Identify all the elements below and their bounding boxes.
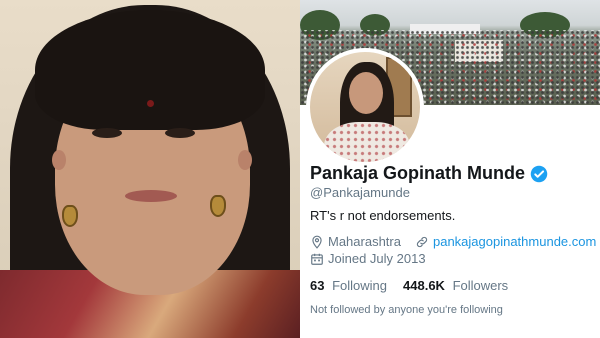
followers-count: 448.6K xyxy=(403,278,445,293)
joined-text: Joined July 2013 xyxy=(328,251,426,266)
following-stat[interactable]: 63 Following xyxy=(310,278,387,293)
portrait-photo xyxy=(0,0,300,338)
website-link[interactable]: pankajagopinathmunde.com xyxy=(433,234,596,249)
location-pin-icon xyxy=(312,235,322,249)
following-count: 63 xyxy=(310,278,325,293)
verified-badge-icon xyxy=(530,165,548,182)
not-followed-notice: Not followed by anyone you're following xyxy=(310,304,503,316)
profile-display-name: Pankaja Gopinath Munde xyxy=(310,163,526,183)
profile-name-row: Pankaja Gopinath Munde xyxy=(310,163,548,184)
profile-follow-stats: 63 Following 448.6K Followers xyxy=(310,278,524,293)
profile-website[interactable]: pankajagopinathmunde.com xyxy=(415,234,596,249)
photo-lips xyxy=(125,190,177,202)
photo-ear-right xyxy=(238,150,252,170)
profile-handle: @Pankajamunde xyxy=(310,185,410,200)
twitter-profile-card: Pankaja Gopinath Munde @Pankajamunde RT'… xyxy=(300,0,600,338)
photo-eye-left xyxy=(92,128,122,138)
profile-bio: RT's r not endorsements. xyxy=(310,208,456,223)
photo-eye-right xyxy=(165,128,195,138)
photo-bindi xyxy=(147,100,154,107)
location-text: Maharashtra xyxy=(328,234,401,249)
avatar-face xyxy=(349,72,383,114)
photo-earring-right xyxy=(210,195,226,217)
calendar-icon xyxy=(311,253,323,265)
followers-stat[interactable]: 448.6K Followers xyxy=(403,278,508,293)
photo-ear-left xyxy=(52,150,66,170)
avatar-body-pattern xyxy=(324,122,410,162)
following-label: Following xyxy=(332,278,388,293)
followers-label: Followers xyxy=(452,278,509,293)
photo-hair-top xyxy=(35,10,265,130)
profile-avatar[interactable] xyxy=(306,48,424,166)
profile-joined: Joined July 2013 xyxy=(310,251,426,266)
profile-meta-row: Maharashtra pankajagopinathmunde.com xyxy=(310,234,600,249)
photo-earring-left xyxy=(62,205,78,227)
profile-location: Maharashtra xyxy=(310,234,401,249)
link-icon xyxy=(416,236,428,247)
profile-joined-row: Joined July 2013 xyxy=(310,251,440,266)
